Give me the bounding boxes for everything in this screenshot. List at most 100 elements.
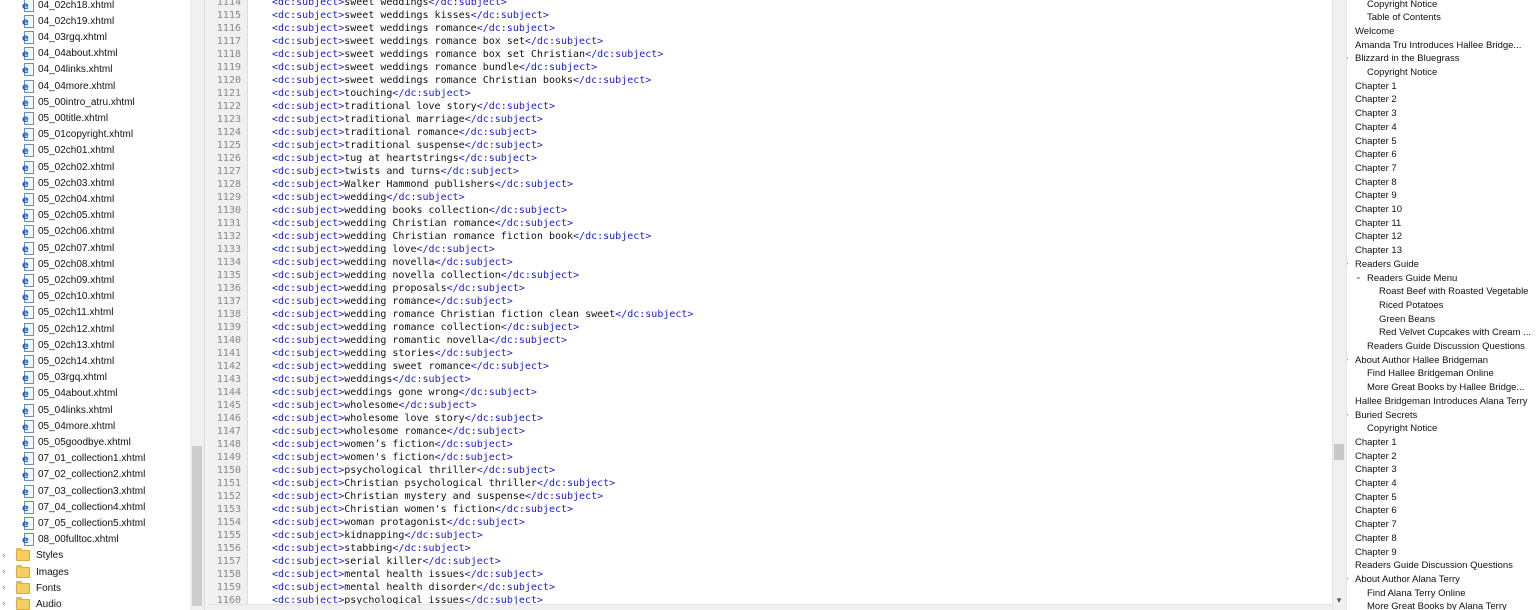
toc-item[interactable]: Chapter 2 (1355, 449, 1397, 463)
code-editor[interactable]: 1114 <dc:subject>sweet weddings</dc:subje… (208, 0, 1332, 610)
toc-item[interactable]: Find Hallee Bridgeman Online (1367, 367, 1494, 381)
code-line[interactable]: 1119 <dc:subject>sweet weddings romance b… (208, 61, 1332, 74)
editor-vertical-scrollbar[interactable] (1332, 0, 1346, 610)
file-tree-item[interactable]: e 05_02ch06.xhtml (0, 224, 190, 240)
toc-item[interactable]: Chapter 8 (1355, 175, 1397, 189)
toc-item[interactable]: Green Beans (1379, 312, 1435, 326)
code-line[interactable]: 1120 <dc:subject>sweet weddings romance C… (208, 74, 1332, 87)
chevron-down-icon[interactable]: ⌄ (1347, 573, 1355, 582)
folder-item-styles[interactable]: › Styles (0, 548, 190, 564)
toc-item[interactable]: Chapter 11 (1355, 216, 1401, 230)
code-line[interactable]: 1138 <dc:subject>wedding romance Christia… (208, 308, 1332, 321)
code-line[interactable]: 1142 <dc:subject>wedding sweet romance</d… (208, 360, 1332, 373)
file-tree-item[interactable]: e 05_02ch03.xhtml (0, 175, 190, 191)
toc-item[interactable]: More Great Books by Hallee Bridge... (1367, 381, 1524, 395)
toc-item[interactable]: Copyright Notice (1367, 0, 1437, 11)
toc-item[interactable]: Readers Guide Discussion Questions (1355, 559, 1513, 573)
code-line[interactable]: 1131 <dc:subject>wedding Christian romanc… (208, 217, 1332, 230)
code-line[interactable]: 1127 <dc:subject>twists and turns</dc:sub… (208, 165, 1332, 178)
toc-item[interactable]: Hallee Bridgeman Introduces Alana Terry (1355, 394, 1528, 408)
file-tree-item[interactable]: e 08_00fulltoc.xhtml (0, 532, 190, 548)
file-tree-item[interactable]: e 07_03_collection3.xhtml (0, 483, 190, 499)
toc-item[interactable]: Chapter 13 (1355, 244, 1402, 258)
toc-item[interactable]: Find Alana Terry Online (1367, 586, 1466, 600)
file-tree-item[interactable]: e 05_02ch12.xhtml (0, 321, 190, 337)
code-line[interactable]: 1128 <dc:subject>Walker Hammond publisher… (208, 178, 1332, 191)
code-line[interactable]: 1157 <dc:subject>serial killer</dc:subjec… (208, 555, 1332, 568)
file-tree-item[interactable]: e 04_04about.xhtml (0, 46, 190, 62)
file-tree-item[interactable]: e 05_02ch04.xhtml (0, 191, 190, 207)
chevron-down-icon[interactable]: ⌄ (1347, 354, 1355, 363)
code-line[interactable]: 1148 <dc:subject>women’s fiction</dc:subj… (208, 438, 1332, 451)
toc-item[interactable]: Riced Potatoes (1379, 298, 1443, 312)
toc-item[interactable]: Red Velvet Cupcakes with Cream ... (1379, 326, 1531, 340)
code-line[interactable]: 1159 <dc:subject>mental health disorder</… (208, 581, 1332, 594)
toc-item[interactable]: Chapter 3 (1355, 463, 1397, 477)
chevron-right-icon[interactable]: › (2, 567, 12, 577)
code-line[interactable]: 1122 <dc:subject>traditional love story</… (208, 100, 1332, 113)
file-tree-item[interactable]: e 04_02ch18.xhtml (0, 0, 190, 13)
toc-item[interactable]: Chapter 7 (1355, 161, 1397, 175)
file-tree-item[interactable]: e 05_03rgq.xhtml (0, 370, 190, 386)
code-line[interactable]: 1116 <dc:subject>sweet weddings romance</… (208, 22, 1332, 35)
code-line[interactable]: 1156 <dc:subject>stabbing</dc:subject> (208, 542, 1332, 555)
code-line[interactable]: 1151 <dc:subject>Christian psychological … (208, 477, 1332, 490)
file-tree-item[interactable]: e 05_02ch01.xhtml (0, 143, 190, 159)
toc-item[interactable]: ⌄Readers Guide (1347, 257, 1419, 271)
file-tree-item[interactable]: e 04_02ch19.xhtml (0, 13, 190, 29)
file-tree-item[interactable]: e 04_03rgq.xhtml (0, 29, 190, 45)
code-line[interactable]: 1132 <dc:subject>wedding Christian romanc… (208, 230, 1332, 243)
code-line[interactable]: 1130 <dc:subject>wedding books collection… (208, 204, 1332, 217)
code-line[interactable]: 1125 <dc:subject>traditional suspense</dc… (208, 139, 1332, 152)
code-line[interactable]: 1146 <dc:subject>wholesome love story</dc… (208, 412, 1332, 425)
editor-scrollbar-thumb[interactable] (1334, 444, 1344, 460)
file-tree-item[interactable]: e 05_01copyright.xhtml (0, 127, 190, 143)
toc-item[interactable]: ⌄About Author Hallee Bridgeman (1347, 353, 1488, 367)
file-tree-item[interactable]: e 05_02ch02.xhtml (0, 159, 190, 175)
toc-item[interactable]: Chapter 10 (1355, 203, 1402, 217)
file-tree-item[interactable]: e 05_02ch13.xhtml (0, 337, 190, 353)
code-line[interactable]: 1153 <dc:subject>Christian women's fictio… (208, 503, 1332, 516)
scroll-down-arrow-icon[interactable]: ▾ (1333, 596, 1345, 608)
code-line[interactable]: 1144 <dc:subject>weddings gone wrong</dc:… (208, 386, 1332, 399)
file-tree-item[interactable]: e 05_02ch08.xhtml (0, 256, 190, 272)
file-tree-item[interactable]: e 05_00title.xhtml (0, 110, 190, 126)
file-tree-item[interactable]: e 05_02ch09.xhtml (0, 272, 190, 288)
toc-item[interactable]: Table of Contents (1367, 11, 1441, 25)
toc-item[interactable]: Readers Guide Discussion Questions (1367, 340, 1525, 354)
code-line[interactable]: 1152 <dc:subject>Christian mystery and su… (208, 490, 1332, 503)
toc-item[interactable]: Chapter 1 (1355, 79, 1397, 93)
code-line[interactable]: 1126 <dc:subject>tug at heartstrings</dc:… (208, 152, 1332, 165)
chevron-right-icon[interactable]: › (2, 599, 12, 609)
toc-item[interactable]: Chapter 6 (1355, 504, 1397, 518)
toc-item[interactable]: Chapter 7 (1355, 518, 1397, 532)
chevron-right-icon[interactable]: › (2, 551, 12, 561)
chevron-down-icon[interactable]: ⌄ (1347, 258, 1355, 267)
file-tree-item[interactable]: e 07_02_collection2.xhtml (0, 467, 190, 483)
chevron-right-icon[interactable]: › (2, 583, 12, 593)
code-line[interactable]: 1129 <dc:subject>wedding</dc:subject> (208, 191, 1332, 204)
toc-item[interactable]: Chapter 4 (1355, 120, 1397, 134)
toc-item[interactable]: Chapter 1 (1355, 435, 1397, 449)
file-tree-item[interactable]: e 05_05goodbye.xhtml (0, 434, 190, 450)
file-tree-item[interactable]: e 07_04_collection4.xhtml (0, 499, 190, 515)
code-line[interactable]: 1140 <dc:subject>wedding romantic novella… (208, 334, 1332, 347)
code-line[interactable]: 1133 <dc:subject>wedding love</dc:subject… (208, 243, 1332, 256)
folder-item-audio[interactable]: › Audio (0, 596, 190, 610)
file-tree-item[interactable]: e 05_02ch14.xhtml (0, 353, 190, 369)
code-line[interactable]: 1158 <dc:subject>mental health issues</dc… (208, 568, 1332, 581)
toc-item[interactable]: Chapter 5 (1355, 490, 1397, 504)
toc-item[interactable]: Chapter 9 (1355, 189, 1397, 203)
file-tree-item[interactable]: e 05_02ch10.xhtml (0, 289, 190, 305)
editor-horizontal-scrollbar[interactable] (208, 604, 1332, 610)
file-tree-item[interactable]: e 05_02ch11.xhtml (0, 305, 190, 321)
code-line[interactable]: 1141 <dc:subject>wedding stories</dc:subj… (208, 347, 1332, 360)
code-line[interactable]: 1137 <dc:subject>wedding romance</dc:subj… (208, 295, 1332, 308)
toc-item[interactable]: Chapter 8 (1355, 531, 1397, 545)
chevron-down-icon[interactable]: ⌄ (1355, 272, 1367, 281)
code-line[interactable]: 1117 <dc:subject>sweet weddings romance b… (208, 35, 1332, 48)
file-tree-scrollbar-thumb[interactable] (192, 446, 202, 606)
toc-item[interactable]: Welcome (1355, 24, 1394, 38)
file-tree-item[interactable]: e 05_00intro_atru.xhtml (0, 94, 190, 110)
toc-item[interactable]: More Great Books by Alana Terry (1367, 600, 1507, 610)
